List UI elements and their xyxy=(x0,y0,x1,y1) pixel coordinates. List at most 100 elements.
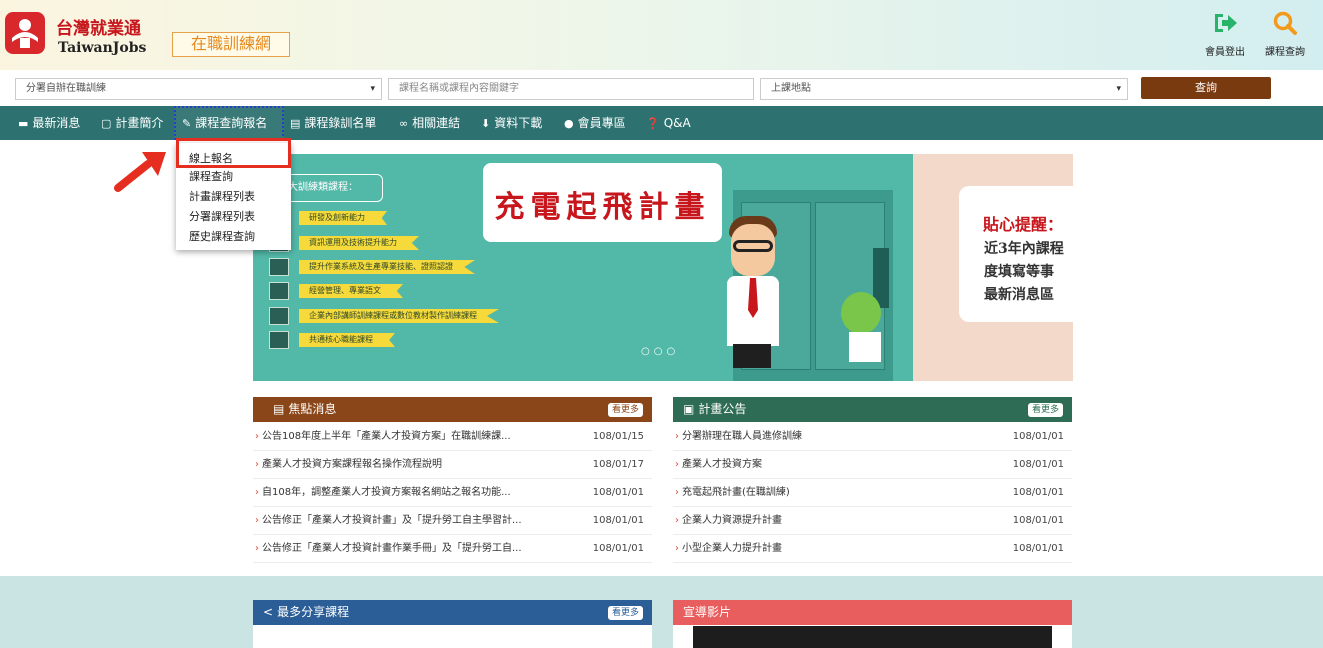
category-label: 資訊運用及技術提升能力 xyxy=(299,236,419,250)
dropdown-item-plan-course-list[interactable]: 計畫課程列表 xyxy=(189,188,255,204)
chevron-right-icon: › xyxy=(255,515,259,526)
highlight-box xyxy=(176,138,291,168)
newspaper-icon: ▬ xyxy=(18,117,29,130)
nav-item-downloads[interactable]: ⬇ 資料下載 xyxy=(481,106,542,140)
announcement-row[interactable]: › 企業人力資源提升計畫 108/01/01 xyxy=(673,507,1072,535)
nav-item-label: 會員專區 xyxy=(577,116,626,130)
news-row[interactable]: › 公告修正「產業人才投資計畫」及「提升勞工自主學習計... 108/01/01 xyxy=(253,507,652,535)
download-icon: ⬇ xyxy=(481,117,491,130)
share-panel-title: 最多分享課程 xyxy=(277,605,350,619)
legs-illustration xyxy=(733,344,771,368)
branch-select[interactable]: 分署自辦在職訓練 ▾ xyxy=(15,78,382,100)
taiwanjobs-logo-icon[interactable] xyxy=(5,12,45,54)
logout-label: 會員登出 xyxy=(1205,47,1245,58)
dropdown-item-branch-course-list[interactable]: 分署課程列表 xyxy=(189,208,255,224)
share-more-button[interactable]: 看更多 xyxy=(607,606,643,620)
news-row-date: 108/01/01 xyxy=(592,515,644,526)
announcement-row-title: 充電起飛計畫(在職訓練) xyxy=(682,487,790,498)
hero-banner[interactable]: 大訓練類課程： 研發及創新能力 資訊運用及技術提升能力 提升作業系統及生產專業技… xyxy=(253,154,1073,381)
dropdown-item-course-query[interactable]: 課程查詢 xyxy=(189,168,233,184)
announcement-row[interactable]: › 充電起飛計畫(在職訓練) 108/01/01 xyxy=(673,479,1072,507)
chevron-right-icon: › xyxy=(675,543,679,554)
category-label: 共通核心職能課程 xyxy=(299,333,395,347)
caret-down-icon: ▾ xyxy=(1116,84,1121,94)
plant-illustration xyxy=(841,292,881,334)
announcement-row-date: 108/01/01 xyxy=(1012,515,1064,526)
carousel-dots[interactable]: ○○○ xyxy=(641,346,679,357)
news-row[interactable]: › 公告修正「產業人才投資計畫作業手冊」及「提升勞工自... 108/01/01 xyxy=(253,535,652,563)
question-icon: ❓ xyxy=(646,117,660,130)
plant-pot-illustration xyxy=(849,332,881,362)
nav-item-member[interactable]: ● 會員專區 xyxy=(564,106,626,140)
announcement-panel-header: ▣ 計畫公告 看更多 xyxy=(673,397,1072,422)
nav-item-plan-intro[interactable]: ▢ 計畫簡介 xyxy=(101,106,163,140)
category-label: 經營管理、專業語文 xyxy=(299,284,403,298)
chevron-right-icon: › xyxy=(255,543,259,554)
logo-title[interactable]: 台灣就業通 xyxy=(56,14,141,39)
news-row[interactable]: › 產業人才投資方案課程報名操作流程說明 108/01/17 xyxy=(253,451,652,479)
search-submit-button[interactable]: 查詢 xyxy=(1141,77,1271,99)
share-panel: < 最多分享課程 看更多 xyxy=(253,600,652,648)
chevron-right-icon: › xyxy=(675,515,679,526)
announcement-row[interactable]: › 產業人才投資方案 108/01/01 xyxy=(673,451,1072,479)
nav-item-admission-list[interactable]: ▤ 課程錄訓名單 xyxy=(290,106,376,140)
keyword-input[interactable]: 課程名稱或課程內容關鍵字 xyxy=(388,78,754,100)
news-panel-title: 焦點消息 xyxy=(288,402,337,416)
announcement-panel: ▣ 計畫公告 看更多 › 分署辦理在職人員進修訓練 108/01/01 › 產業人才投資… xyxy=(673,397,1072,579)
course-search-button[interactable]: 課程查詢 xyxy=(1255,10,1315,58)
news-row-title: 產業人才投資方案課程報名操作流程說明 xyxy=(262,459,442,470)
category-label: 提升作業系統及生產專業技能、證照認證 xyxy=(299,260,475,274)
chevron-right-icon: › xyxy=(675,459,679,470)
nav-item-qa[interactable]: ❓ Q&A xyxy=(646,106,691,140)
video-panel-header: 宣導影片 xyxy=(673,600,1072,625)
news-row-date: 108/01/01 xyxy=(592,543,644,554)
news-row-title: 自108年，調整產業人才投資方案報名網站之報名功能... xyxy=(262,487,511,498)
announcement-row-date: 108/01/01 xyxy=(1012,543,1064,554)
document-icon: ▣ xyxy=(683,402,695,416)
nav-item-links[interactable]: ∞ 相關連結 xyxy=(399,106,460,140)
video-panel: 宣導影片 xyxy=(673,600,1072,648)
user-icon: ● xyxy=(564,117,574,130)
nav-item-course-register[interactable]: ✎ 課程查詢報名 xyxy=(174,106,284,140)
news-more-button[interactable]: 看更多 xyxy=(607,403,643,417)
logo-subtitle[interactable]: TaiwanJobs xyxy=(58,40,146,56)
list-icon: ▤ xyxy=(290,117,301,130)
course-search-label: 課程查詢 xyxy=(1265,47,1305,58)
category-label: 企業內部講師訓練課程或數位教材製作訓練課程 xyxy=(299,309,499,323)
site-header: 台灣就業通 TaiwanJobs 在職訓練網 會員登出 課程查詢 xyxy=(0,0,1323,70)
news-row[interactable]: › 公告108年度上半年「產業人才投資方案」在職訓練課... 108/01/15 xyxy=(253,423,652,451)
news-row-title: 公告108年度上半年「產業人才投資方案」在職訓練課... xyxy=(262,431,511,442)
branch-select-value: 分署自辦在職訓練 xyxy=(26,83,106,94)
reminder-title: 貼心提醒： xyxy=(983,215,1064,234)
video-panel-title: 宣導影片 xyxy=(683,605,732,619)
reminder-line: 度填寫等事 xyxy=(984,264,1054,280)
announcement-more-button[interactable]: 看更多 xyxy=(1027,403,1063,417)
red-arrow-annotation xyxy=(114,152,166,192)
banner-subtitle: 大訓練類課程： xyxy=(283,174,383,202)
category-label: 研發及創新能力 xyxy=(299,211,387,225)
dropdown-item-history-query[interactable]: 歷史課程查詢 xyxy=(189,228,255,244)
announcement-row[interactable]: › 分署辦理在職人員進修訓練 108/01/01 xyxy=(673,423,1072,451)
reminder-line: 最新消息區 xyxy=(984,287,1054,303)
category-icon xyxy=(269,307,289,325)
chevron-right-icon: › xyxy=(675,431,679,442)
announcement-row[interactable]: › 小型企業人力提升計畫 108/01/01 xyxy=(673,535,1072,563)
news-row-title: 公告修正「產業人才投資計畫」及「提升勞工自主學習計... xyxy=(262,515,522,526)
banner-title: 充電起飛計畫 xyxy=(494,190,711,225)
location-select-value: 上課地點 xyxy=(771,83,811,94)
bottom-section xyxy=(0,576,1323,648)
news-row[interactable]: › 自108年，調整產業人才投資方案報名網站之報名功能... 108/01/01 xyxy=(253,479,652,507)
banner-category: 共通核心職能課程 xyxy=(269,331,569,349)
video-player[interactable] xyxy=(693,626,1052,648)
location-select[interactable]: 上課地點 ▾ xyxy=(760,78,1128,100)
search-bar: 分署自辦在職訓練 ▾ 課程名稱或課程內容關鍵字 上課地點 ▾ xyxy=(0,70,1323,106)
site-badge[interactable]: 在職訓練網 xyxy=(172,32,290,57)
banner-category: 經營管理、專業語文 xyxy=(269,282,569,300)
logout-button[interactable]: 會員登出 xyxy=(1195,10,1255,58)
nav-item-label: 資料下載 xyxy=(494,116,543,130)
clipboard-icon: ▢ xyxy=(101,117,112,130)
banner-category: 企業內部講師訓練課程或數位教材製作訓練課程 xyxy=(269,307,569,325)
nav-item-news[interactable]: ▬ 最新消息 xyxy=(18,106,80,140)
chevron-right-icon: › xyxy=(255,431,259,442)
glasses-illustration xyxy=(733,240,773,252)
